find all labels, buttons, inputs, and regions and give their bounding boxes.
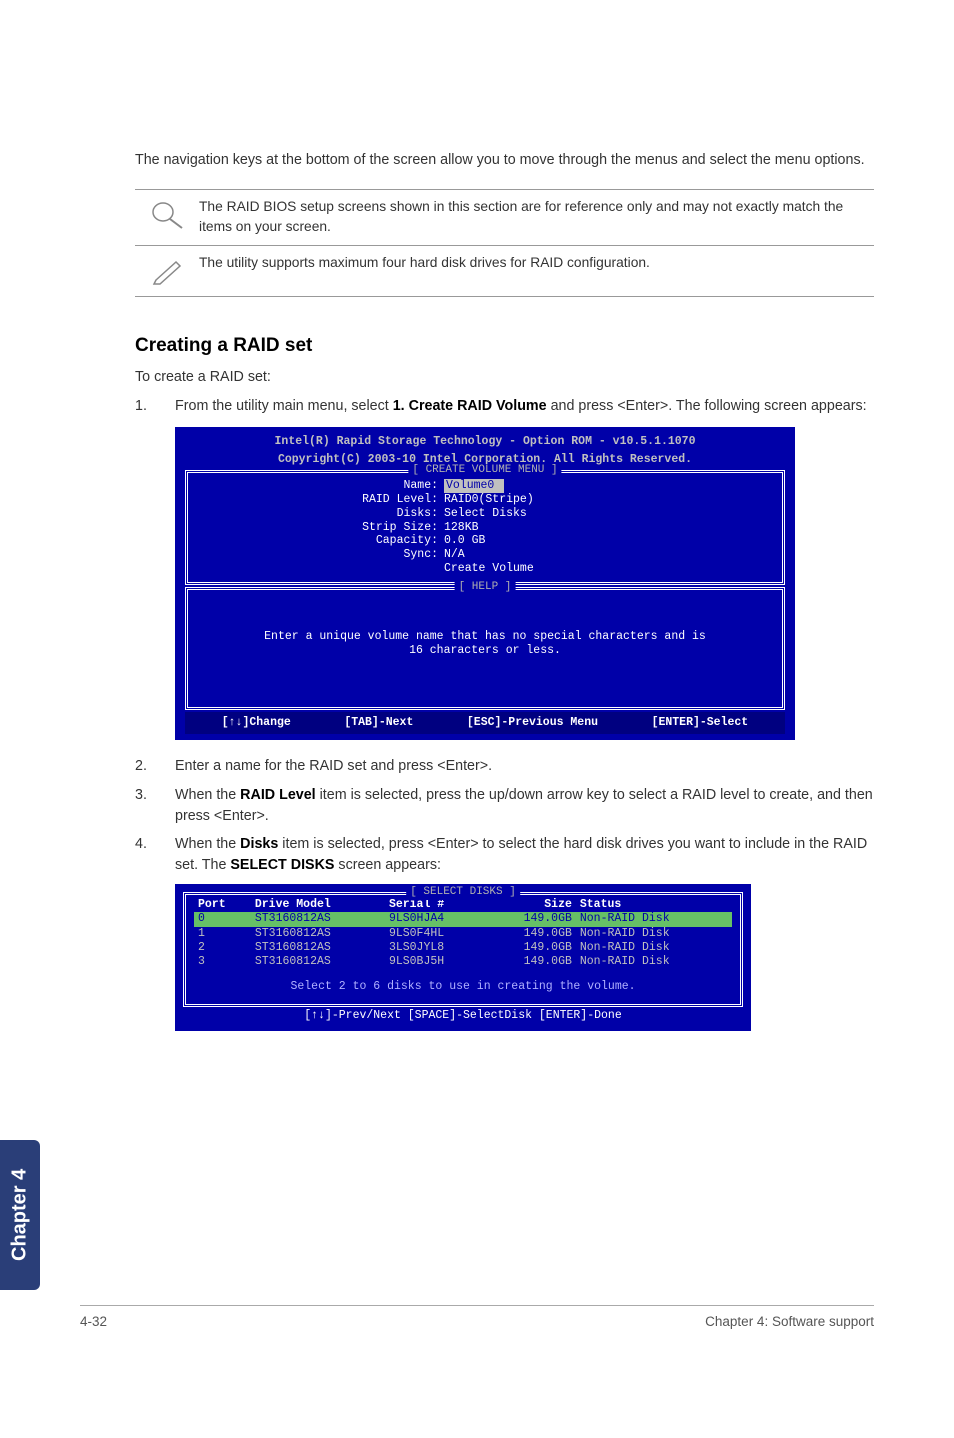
field-label: Sync: <box>198 548 444 562</box>
col-drive-model: Drive Model <box>251 898 385 912</box>
field-label: Capacity: <box>198 534 444 548</box>
note-text-2: The utility supports maximum four hard d… <box>199 251 874 273</box>
step-number: 2. <box>135 756 175 777</box>
cell: 1 <box>194 927 251 941</box>
step-3: 3. When the RAID Level item is selected,… <box>135 785 874 826</box>
step-text: and press <Enter>. The following screen … <box>547 398 867 414</box>
chapter-tab: Chapter 4 <box>0 1140 40 1290</box>
step-1: 1. From the utility main menu, select 1.… <box>135 396 874 417</box>
col-size: Size <box>486 898 576 912</box>
disk-row[interactable]: 1 ST3160812AS 9LS0F4HL 149.0GB Non-RAID … <box>194 927 732 941</box>
step-bold: 1. Create RAID Volume <box>393 398 547 414</box>
help-box: [ HELP ] Enter a unique volume name that… <box>185 587 785 711</box>
cell: ST3160812AS <box>251 927 385 941</box>
field-label: Disks: <box>198 507 444 521</box>
cell: Non-RAID Disk <box>576 941 732 955</box>
cell: 149.0GB <box>486 941 576 955</box>
cell: 9LS0BJ5H <box>385 955 486 969</box>
cell: ST3160812AS <box>251 912 385 926</box>
step-bold: SELECT DISKS <box>230 857 334 873</box>
section-heading: Creating a RAID set <box>135 332 874 360</box>
cell: ST3160812AS <box>251 941 385 955</box>
col-port: Port <box>194 898 251 912</box>
step-text: screen appears: <box>334 857 441 873</box>
step-text: When the <box>175 787 240 803</box>
help-text: 16 characters or less. <box>198 644 772 658</box>
cell: Non-RAID Disk <box>576 927 732 941</box>
box-title: [ CREATE VOLUME MENU ] <box>408 464 561 477</box>
cell: 149.0GB <box>486 912 576 926</box>
disk-row-selected[interactable]: 0 ST3160812AS 9LS0HJA4 149.0GB Non-RAID … <box>194 912 732 926</box>
cell: Non-RAID Disk <box>576 955 732 969</box>
bios-create-volume-screen: Intel(R) Rapid Storage Technology - Opti… <box>175 427 795 741</box>
nav-prev-menu[interactable]: [ESC]-Previous Menu <box>467 716 598 730</box>
step-4: 4. When the Disks item is selected, pres… <box>135 834 874 875</box>
nav-change[interactable]: [↑↓]Change <box>222 716 291 730</box>
raid-level-field[interactable]: RAID0(Stripe) <box>444 493 534 507</box>
sync-field: N/A <box>444 548 465 562</box>
step-bold: Disks <box>240 836 278 852</box>
footer-title: Chapter 4: Software support <box>705 1312 874 1332</box>
disks-table: Port Drive Model Serial # Size Status 0 … <box>194 898 732 970</box>
create-volume-box: [ CREATE VOLUME MENU ] Name:Volume0 RAID… <box>185 470 785 585</box>
note-box-2: The utility supports maximum four hard d… <box>135 245 874 297</box>
step-text: Enter a name for the RAID set and press … <box>175 756 874 777</box>
page-number: 4-32 <box>80 1312 107 1332</box>
nav-select[interactable]: [ENTER]-Select <box>652 716 749 730</box>
page-footer: 4-32 Chapter 4: Software support <box>80 1305 874 1332</box>
note-text-1: The RAID BIOS setup screens shown in thi… <box>199 195 874 237</box>
field-label: Strip Size: <box>198 521 444 535</box>
disks-field[interactable]: Select Disks <box>444 507 527 521</box>
cell: 9LS0HJA4 <box>385 912 486 926</box>
create-volume-action[interactable]: Create Volume <box>444 562 534 576</box>
field-label: RAID Level: <box>198 493 444 507</box>
nav-next[interactable]: [TAB]-Next <box>344 716 413 730</box>
section-subhead: To create a RAID set: <box>135 367 874 388</box>
bios-select-disks-screen: [ SELECT DISKS ] Port Drive Model Serial… <box>175 884 751 1032</box>
bios-header-line: Intel(R) Rapid Storage Technology - Opti… <box>175 433 795 451</box>
cell: ST3160812AS <box>251 955 385 969</box>
disk-row[interactable]: 2 ST3160812AS 3LS0JYL8 149.0GB Non-RAID … <box>194 941 732 955</box>
help-text: Enter a unique volume name that has no s… <box>198 630 772 644</box>
cell: 149.0GB <box>486 927 576 941</box>
cell: 0 <box>194 912 251 926</box>
pencil-icon <box>135 251 199 288</box>
intro-paragraph: The navigation keys at the bottom of the… <box>135 150 874 171</box>
cell: 3LS0JYL8 <box>385 941 486 955</box>
field-label: Name: <box>198 479 444 493</box>
step-number: 3. <box>135 785 175 826</box>
box-title: [ HELP ] <box>455 581 516 594</box>
step-number: 1. <box>135 396 175 417</box>
disk-row[interactable]: 3 ST3160812AS 9LS0BJ5H 149.0GB Non-RAID … <box>194 955 732 969</box>
strip-size-field[interactable]: 128KB <box>444 521 479 535</box>
select-disks-nav: [↑↓]-Prev/Next [SPACE]-SelectDisk [ENTER… <box>183 1009 743 1023</box>
name-field[interactable]: Volume0 <box>444 479 504 493</box>
cell: 3 <box>194 955 251 969</box>
magnifier-icon <box>135 195 199 232</box>
select-disks-msg: Select 2 to 6 disks to use in creating t… <box>194 970 732 996</box>
step-number: 4. <box>135 834 175 875</box>
cell: Non-RAID Disk <box>576 912 732 926</box>
bios-nav-bar: [↑↓]Change [TAB]-Next [ESC]-Previous Men… <box>185 712 785 734</box>
cell: 2 <box>194 941 251 955</box>
col-status: Status <box>576 898 732 912</box>
step-text: When the <box>175 836 240 852</box>
step-2: 2. Enter a name for the RAID set and pre… <box>135 756 874 777</box>
cell: 149.0GB <box>486 955 576 969</box>
note-box-1: The RAID BIOS setup screens shown in thi… <box>135 189 874 246</box>
step-text: From the utility main menu, select <box>175 398 393 414</box>
box-title: [ SELECT DISKS ] <box>406 886 520 900</box>
cell: 9LS0F4HL <box>385 927 486 941</box>
col-serial: Serial # <box>385 898 486 912</box>
capacity-field[interactable]: 0.0 GB <box>444 534 485 548</box>
step-bold: RAID Level <box>240 787 315 803</box>
